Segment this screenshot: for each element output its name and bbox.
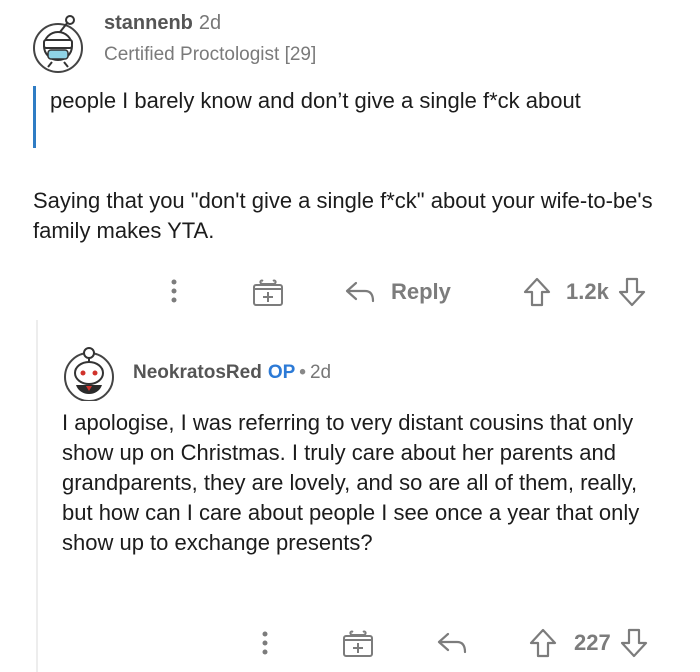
award-button[interactable] [341,628,375,663]
award-button[interactable] [251,277,285,312]
downvote-icon[interactable] [617,276,647,308]
score: 1.2k [566,279,609,304]
more-button[interactable] [166,276,182,311]
reply-age: 2d [309,362,332,383]
reply-icon [435,628,469,658]
gift-icon [341,628,375,658]
gift-icon [251,277,285,307]
vote-controls: 1.2k [522,276,647,308]
reply-icon [343,277,377,307]
snoo-avatar-icon [33,15,83,73]
reply-label: Reply [391,279,451,304]
reply-button[interactable] [435,628,469,663]
separator: • [299,362,306,383]
upvote-icon[interactable] [522,276,552,308]
op-badge: OP [267,362,296,383]
username[interactable]: stannenb [104,12,193,34]
stannenb-avatar[interactable] [30,12,86,74]
quote-bar [33,86,36,148]
reply-button[interactable]: Reply [343,277,451,307]
thread-line[interactable] [36,320,38,672]
neokratosred-avatar[interactable] [62,345,116,402]
downvote-icon[interactable] [619,627,649,659]
reply-author: NeokratosRed OP • 2d [133,362,331,384]
reply-body: I apologise, I was referring to very dis… [62,410,640,555]
vote-controls: 227 [528,627,649,659]
comment-body: Saying that you "don't give a single f*c… [33,188,653,243]
username[interactable]: NeokratosRed [133,362,262,383]
quoted-text: people I barely know and don’t give a si… [50,88,581,113]
more-icon [166,276,182,306]
more-button[interactable] [257,628,273,663]
score: 227 [574,630,611,655]
comment-age: 2d [198,12,222,34]
snoo-avatar-icon [64,347,114,402]
upvote-icon[interactable] [528,627,558,659]
user-flair: Certified Proctologist [29] [104,44,317,65]
more-icon [257,628,273,658]
comment-author[interactable]: stannenb 2d [104,12,221,35]
